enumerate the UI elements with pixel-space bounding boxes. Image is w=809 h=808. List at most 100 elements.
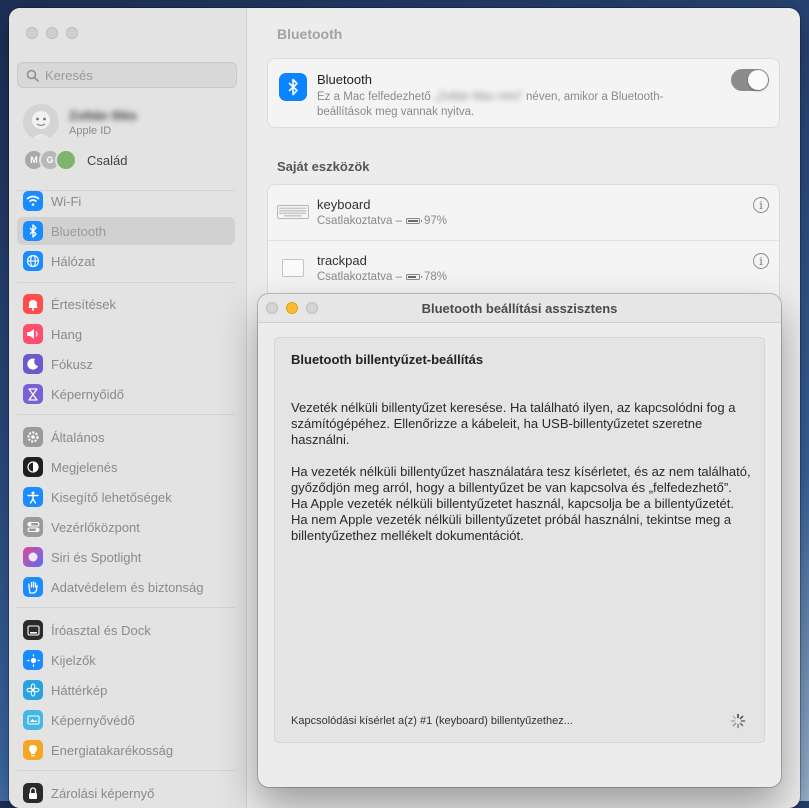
device-name: trackpad [317,253,367,268]
sidebar-item-displays[interactable]: Kijelzők [17,646,235,674]
device-status: Csatlakoztatva – 97% [317,215,447,227]
page-title: Bluetooth [277,26,343,42]
bell-icon [23,294,43,314]
sidebar-item-lock-screen[interactable]: Zárolási képernyő [17,779,235,807]
sidebar-item-label: Fókusz [51,356,93,372]
trackpad-icon [282,259,304,277]
bluetooth-toggle[interactable] [731,69,769,91]
accessibility-icon [23,487,43,507]
info-icon[interactable]: i [753,197,769,213]
connection-status: Csatlakoztatva – [317,215,403,227]
bluetooth-card: Bluetooth Ez a Mac felfedezhető „Zoltán … [267,58,780,128]
hourglass-icon [23,384,43,404]
sidebar-item-label: Hang [51,326,83,342]
info-icon[interactable]: i [753,253,769,269]
close-button[interactable] [26,27,38,39]
devices-section-title: Saját eszközök [277,159,370,174]
speaker-icon [23,324,43,344]
profile-subtitle: Apple ID [69,124,112,137]
sidebar-item-wallpaper[interactable]: Háttérkép [17,676,235,704]
window-controls [26,27,78,39]
globe-icon [23,251,43,271]
bulb-icon [23,740,43,760]
gear-icon [23,427,43,447]
bluetooth-setup-assistant-dialog: Bluetooth beállítási asszisztens Bluetoo… [258,294,781,787]
sidebar-item-label: Képernyővédő [51,712,135,728]
hand-icon [23,577,43,597]
search-field[interactable] [17,62,237,88]
sidebar-item-siri-spotlight[interactable]: Siri és Spotlight [17,543,235,571]
minimize-button[interactable] [46,27,58,39]
apple-id-profile[interactable]: Zoltán Illés Apple ID [23,104,137,140]
family-avatar [55,149,77,171]
sidebar-item-energy[interactable]: Energiatakarékosság [17,736,235,764]
sidebar-item-screensaver[interactable]: Képernyővédő [17,706,235,734]
siri-icon [23,547,43,567]
bluetooth-icon [23,221,43,241]
sidebar-item-label: Kijelzők [51,652,96,668]
dialog-panel: Bluetooth billentyűzet-beállítás Vezeték… [274,337,765,743]
sidebar-item-label: Általános [51,429,105,445]
sidebar-item-control-center[interactable]: Vezérlőközpont [17,513,235,541]
sidebar-item-label: Vezérlőközpont [51,519,140,535]
sidebar-item-desktop-dock[interactable]: Íróasztal és Dock [17,616,235,644]
sidebar-item-appearance[interactable]: Megjelenés [17,453,235,481]
sidebar-item-bluetooth[interactable]: Bluetooth [17,217,235,245]
dock-icon [23,620,43,640]
sidebar-item-general[interactable]: Általános [17,423,235,451]
dialog-titlebar: Bluetooth beállítási asszisztens [258,294,781,323]
bluetooth-title: Bluetooth [317,72,372,87]
lock-icon [23,783,43,803]
sidebar-item-focus[interactable]: Fókusz [17,350,235,378]
sidebar-item-sound[interactable]: Hang [17,320,235,348]
setup-paragraph-2: Ha vezeték nélküli billentyűzet használa… [291,464,751,543]
sidebar-item-privacy-security[interactable]: Adatvédelem és biztonság [17,573,235,601]
sidebar: Zoltán Illés Apple ID M G Család Wi-Fi B [9,8,247,808]
profile-name: Zoltán Illés [69,107,137,123]
screensaver-icon [23,710,43,730]
moon-icon [23,354,43,374]
sidebar-item-label: Siri és Spotlight [51,549,142,565]
sidebar-item-label: Értesítések [51,296,117,312]
sidebar-item-label: Hálózat [51,253,96,269]
sidebar-item-label: Adatvédelem és biztonság [51,579,204,595]
wifi-icon [23,191,43,211]
sidebar-divider [17,414,235,415]
battery-percent: 97% [424,215,448,227]
connection-progress-text: Kapcsolódási kísérlet a(z) #1 (keyboard)… [291,715,573,727]
sidebar-item-label: Energiatakarékosság [51,742,174,758]
sidebar-divider [17,607,235,608]
zoom-button[interactable] [66,27,78,39]
sidebar-item-label: Megjelenés [51,459,118,475]
bluetooth-description: Ez a Mac felfedezhető „Zoltán Mac mini” … [317,90,712,120]
sidebar-item-network[interactable]: Hálózat [17,247,235,275]
battery-icon [406,274,423,280]
sidebar-item-label: Háttérkép [51,682,108,698]
control-center-icon [23,517,43,537]
device-list: keyboard Csatlakoztatva – 97% i trackpad… [267,184,780,304]
device-row-trackpad[interactable]: trackpad Csatlakoztatva – 78% i [268,240,779,296]
sidebar-item-label: Zárolási képernyő [51,785,155,801]
sidebar-item-label: Bluetooth [51,223,106,239]
sidebar-item-screen-time[interactable]: Képernyőidő [17,380,235,408]
device-row-keyboard[interactable]: keyboard Csatlakoztatva – 97% i [268,185,779,240]
search-input[interactable] [45,67,225,83]
memoji-icon [23,104,59,140]
sidebar-item-label: Képernyőidő [51,386,124,402]
connection-status: Csatlakoztatva – [317,271,403,283]
family-item[interactable]: M G Család [23,149,127,171]
sidebar-divider [17,282,235,283]
sidebar-divider [17,770,235,771]
battery-icon [406,218,423,224]
computer-name: „Zoltán Mac mini” [434,91,523,103]
sidebar-item-label: Íróasztal és Dock [51,622,151,638]
bluetooth-desc-prefix: Ez a Mac felfedezhető [317,91,431,103]
setup-heading: Bluetooth billentyűzet-beállítás [291,352,484,367]
family-label: Család [87,152,128,168]
sidebar-item-wifi[interactable]: Wi-Fi [17,187,235,215]
sidebar-item-notifications[interactable]: Értesítések [17,290,235,318]
sidebar-item-accessibility[interactable]: Kisegítő lehetőségek [17,483,235,511]
sidebar-item-label: Kisegítő lehetőségek [51,489,172,505]
keyboard-icon [277,205,309,219]
bluetooth-icon [279,73,307,101]
